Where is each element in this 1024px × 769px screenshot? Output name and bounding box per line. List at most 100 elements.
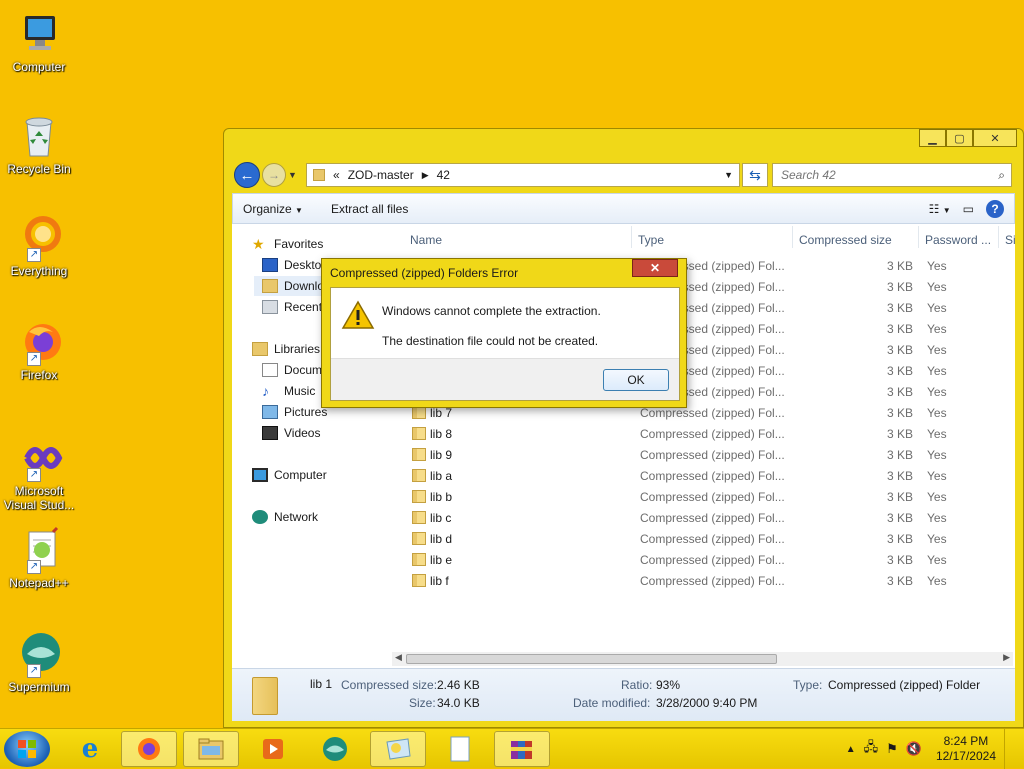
address-row: ← → ▼ « ZOD-master ▶ 42 ▼ ⇆ ⌕ — [234, 162, 1015, 188]
nav-pictures[interactable]: Pictures — [262, 402, 327, 422]
nav-videos[interactable]: Videos — [262, 423, 320, 443]
column-header-password[interactable]: Password ... — [925, 233, 991, 247]
maximize-button[interactable]: ▢ — [946, 129, 973, 147]
forward-button[interactable]: → — [262, 163, 286, 187]
breadcrumb-chevron[interactable]: « — [333, 168, 340, 182]
nav-network[interactable]: Network — [252, 507, 318, 527]
taskbar: e ▲ 🖧 ⚑ 🔇 8:24 PM 12/17/2024 — [0, 728, 1024, 769]
table-row[interactable]: lib b Compressed (zipped) Fol... 3 KB Yes — [390, 487, 1015, 508]
file-compressed-size: 3 KB — [886, 490, 913, 504]
taskbar-winrar[interactable] — [494, 731, 550, 767]
table-row[interactable]: lib c Compressed (zipped) Fol... 3 KB Yes — [390, 508, 1015, 529]
taskbar-supermium[interactable] — [307, 731, 363, 767]
search-icon[interactable]: ⌕ — [998, 168, 1005, 183]
taskbar-notepad[interactable] — [432, 731, 488, 767]
file-type: Compressed (zipped) Fol... — [640, 532, 785, 546]
file-type: Compressed (zipped) Fol... — [640, 511, 785, 525]
column-header-name[interactable]: Name — [410, 233, 442, 247]
scrollbar-thumb[interactable] — [406, 654, 777, 664]
clock[interactable]: 8:24 PM 12/17/2024 — [936, 734, 996, 764]
view-options-icon[interactable]: ☷ ▼ — [929, 202, 951, 216]
details-type: Compressed (zipped) Folder — [828, 678, 981, 692]
windows-logo-icon — [18, 740, 36, 758]
command-bar: Organize ▼ Extract all files ☷ ▼ ▭ ? — [232, 193, 1015, 224]
column-header-size[interactable]: Si — [1005, 233, 1015, 247]
shortcut-arrow-icon: ↗ — [27, 352, 41, 366]
desktop-icon-firefox[interactable]: ↗ Firefox — [2, 318, 76, 382]
nav-favorites[interactable]: ★ Favorites — [252, 234, 323, 254]
nav-computer[interactable]: Computer — [252, 465, 327, 485]
taskbar-app[interactable] — [370, 731, 426, 767]
table-row[interactable]: lib e Compressed (zipped) Fol... 3 KB Yes — [390, 550, 1015, 571]
desktop-icon-everything[interactable]: ↗ Everything — [2, 214, 76, 278]
system-tray: ▲ 🖧 ⚑ 🔇 8:24 PM 12/17/2024 — [846, 729, 1016, 769]
zip-folder-icon — [412, 490, 426, 503]
internet-explorer-icon: e — [81, 734, 99, 764]
refresh-button[interactable]: ⇆ — [742, 163, 768, 187]
ok-button[interactable]: OK — [603, 369, 669, 391]
show-hidden-icons-icon[interactable]: ▲ — [846, 744, 856, 755]
organize-button[interactable]: Organize ▼ — [243, 202, 303, 216]
nav-desktop[interactable]: Desktop — [262, 255, 328, 275]
recent-pages-button[interactable]: ▼ — [288, 170, 300, 180]
back-button[interactable]: ← — [234, 162, 260, 188]
preview-pane-icon[interactable]: ▭ — [963, 202, 974, 216]
zip-folder-icon — [412, 448, 426, 461]
address-bar[interactable]: « ZOD-master ▶ 42 ▼ — [306, 163, 740, 187]
address-dropdown-icon[interactable]: ▼ — [724, 170, 733, 180]
breadcrumb-arrow-icon[interactable]: ▶ — [422, 170, 429, 181]
breadcrumb-42[interactable]: 42 — [437, 168, 450, 182]
column-header-compressed-size[interactable]: Compressed size — [799, 233, 892, 247]
file-name: lib e — [430, 553, 453, 567]
file-compressed-size: 3 KB — [886, 385, 913, 399]
table-row[interactable]: lib 8 Compressed (zipped) Fol... 3 KB Yes — [390, 424, 1015, 445]
file-compressed-size: 3 KB — [886, 574, 913, 588]
search-box[interactable]: ⌕ — [772, 163, 1012, 187]
file-password: Yes — [927, 469, 947, 483]
details-name: lib 1 — [310, 677, 333, 691]
taskbar-firefox[interactable] — [121, 731, 177, 767]
minimize-button[interactable]: ▁ — [919, 129, 946, 147]
scroll-left-icon[interactable]: ◀ — [395, 652, 402, 663]
file-name: lib 9 — [430, 448, 453, 462]
table-row[interactable]: lib 9 Compressed (zipped) Fol... 3 KB Yes — [390, 445, 1015, 466]
details-compressed-size: 2.46 KB — [437, 678, 480, 692]
nav-libraries[interactable]: Libraries — [252, 339, 320, 359]
music-icon: ♪ — [262, 383, 269, 399]
desktop-icon-label: Everything — [10, 264, 68, 278]
dialog-close-button[interactable]: ✕ — [632, 259, 678, 277]
search-input[interactable] — [779, 167, 999, 183]
dialog-message: Windows cannot complete the extraction. — [382, 304, 601, 318]
help-icon[interactable]: ? — [986, 199, 1004, 218]
column-header-type[interactable]: Type — [638, 233, 664, 247]
show-desktop-button[interactable] — [1004, 729, 1016, 769]
volume-muted-icon[interactable]: 🔇 — [906, 741, 922, 757]
desktop-icon-computer[interactable]: Computer — [2, 10, 76, 74]
desktop-icon-visual-studio[interactable]: ↗ Microsoft Visual Stud... — [2, 434, 76, 512]
details-size: 34.0 KB — [437, 696, 480, 710]
nav-music[interactable]: ♪ Music — [262, 381, 315, 401]
start-button[interactable] — [4, 731, 50, 767]
close-button[interactable]: ✕ — [973, 129, 1017, 147]
taskbar-media-player[interactable] — [245, 731, 301, 767]
table-row[interactable]: lib d Compressed (zipped) Fol... 3 KB Yes — [390, 529, 1015, 550]
videos-icon — [262, 426, 278, 440]
horizontal-scrollbar[interactable]: ◀ ▶ — [392, 652, 1013, 666]
column-divider — [631, 226, 632, 248]
breadcrumb-zod-master[interactable]: ZOD-master — [348, 168, 414, 182]
desktop-icon-label: Firefox — [20, 368, 58, 382]
file-password: Yes — [927, 301, 947, 315]
table-row[interactable]: lib a Compressed (zipped) Fol... 3 KB Yes — [390, 466, 1015, 487]
action-center-flag-icon[interactable]: ⚑ — [886, 741, 898, 757]
taskbar-ie[interactable]: e — [62, 731, 118, 767]
taskbar-explorer[interactable] — [183, 731, 239, 767]
file-compressed-size: 3 KB — [886, 448, 913, 462]
clock-date: 12/17/2024 — [935, 749, 996, 763]
extract-all-button[interactable]: Extract all files — [331, 202, 408, 216]
desktop-icon-supermium[interactable]: ↗ Supermium — [2, 630, 76, 694]
desktop-icon-notepadpp[interactable]: ↗ Notepad++ — [2, 526, 76, 590]
scroll-right-icon[interactable]: ▶ — [1003, 652, 1010, 663]
table-row[interactable]: lib f Compressed (zipped) Fol... 3 KB Yes — [390, 571, 1015, 592]
desktop-icon-recycle-bin[interactable]: Recycle Bin — [2, 112, 76, 176]
network-tray-icon[interactable]: 🖧 — [864, 738, 879, 760]
